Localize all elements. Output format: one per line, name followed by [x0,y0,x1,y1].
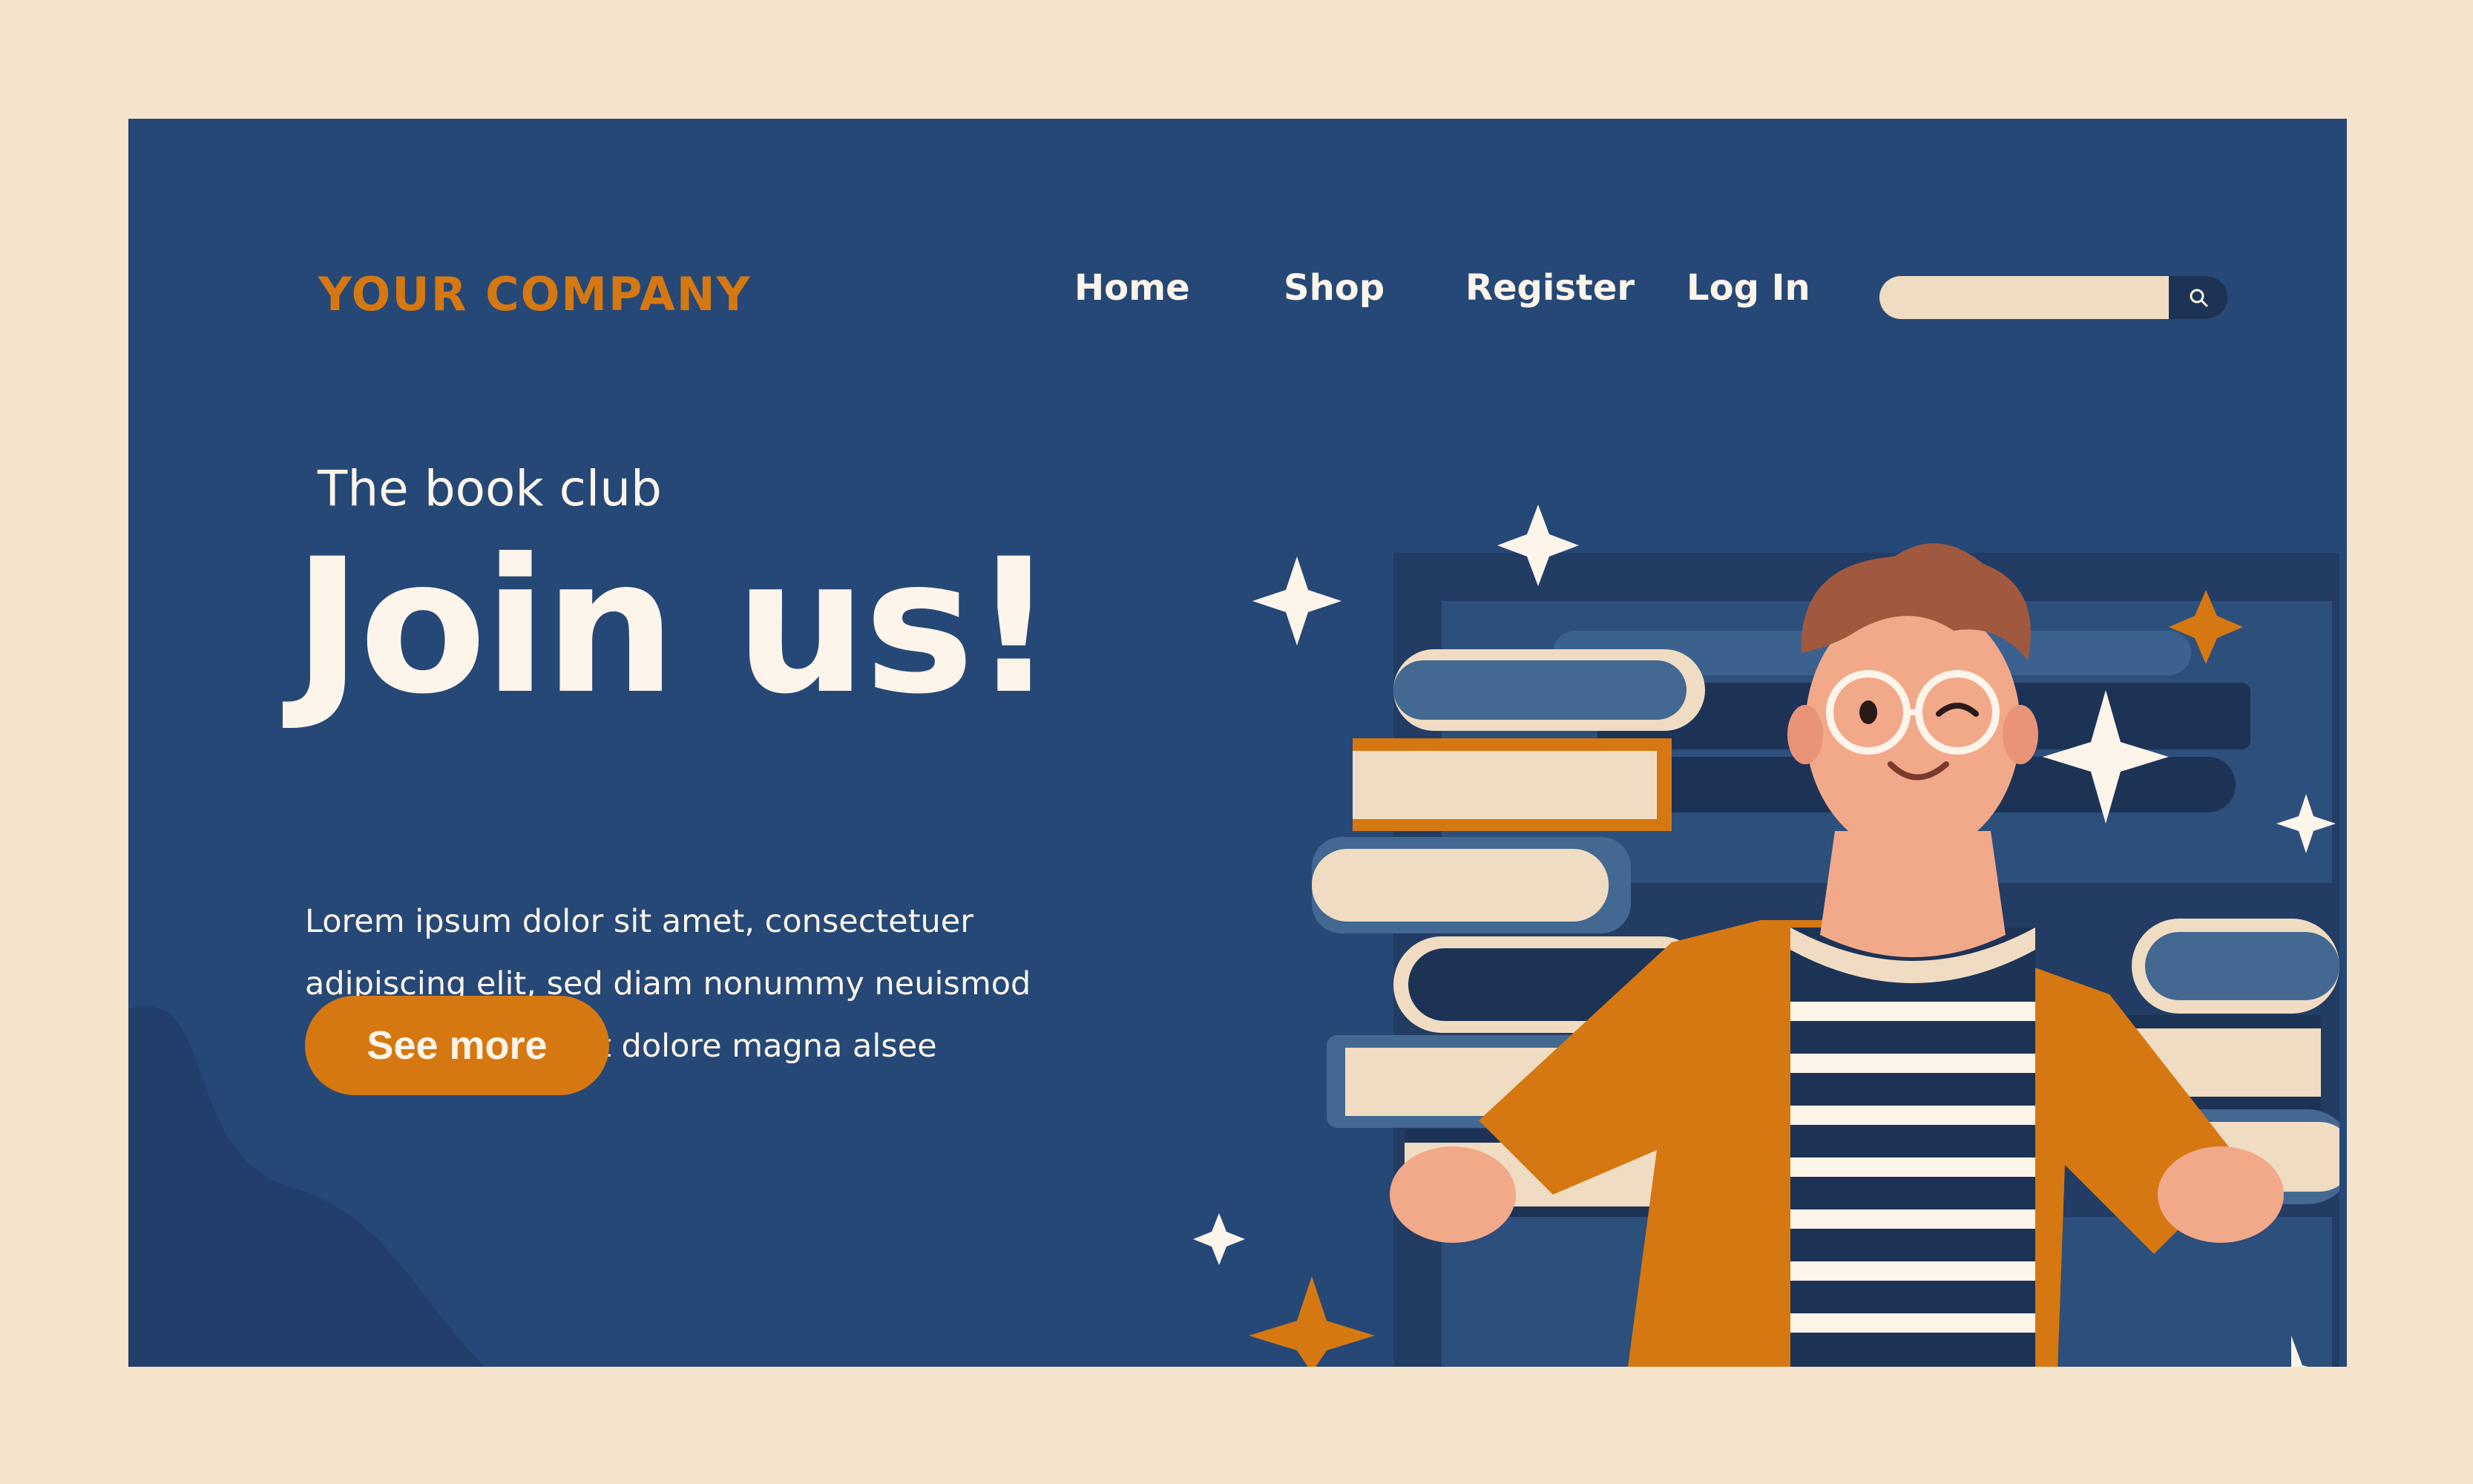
see-more-button[interactable]: See more [305,996,609,1095]
nav-home[interactable]: Home [1074,267,1190,309]
search-button[interactable] [2169,276,2228,319]
nav-login[interactable]: Log In [1687,267,1810,309]
hero-subtitle: The book club [318,460,662,517]
search-bar [1879,276,2228,319]
hero-headline: Join us! [293,519,1056,735]
description-line: Lorem ipsum dolor sit amet, consectetuer [305,903,973,940]
landing-page: YOUR COMPANY Home Shop Register Log In T… [128,119,2347,1367]
book-club-illustration [1193,505,2339,1367]
nav-register[interactable]: Register [1465,267,1635,309]
company-logo[interactable]: YOUR COMPANY [318,267,751,321]
search-icon [2190,289,2208,307]
nav-shop[interactable]: Shop [1284,267,1385,309]
